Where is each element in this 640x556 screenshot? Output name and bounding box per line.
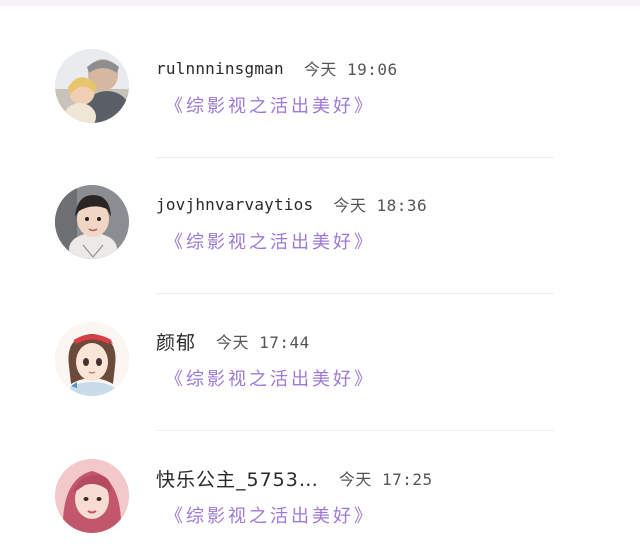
- divider: [156, 293, 554, 294]
- avatar-little-girl-icon[interactable]: [55, 185, 129, 259]
- comment-text: 《综影视之活出美好》: [165, 506, 375, 527]
- avatar-pink-woman-icon[interactable]: [55, 459, 129, 533]
- divider: [156, 430, 554, 431]
- timestamp: 今天 17:44: [216, 333, 310, 352]
- comment-row[interactable]: 颜郁 今天 17:44 《综影视之活出美好》: [0, 295, 640, 431]
- comment-row[interactable]: jovjhnvarvaytios 今天 18:36 《综影视之活出美好》: [0, 158, 640, 294]
- comment-text: 《综影视之活出美好》: [165, 232, 375, 253]
- comment-text: 《综影视之活出美好》: [165, 96, 375, 117]
- comment-meta: 颜郁 今天 17:44: [156, 328, 310, 355]
- comment-text: 《综影视之活出美好》: [165, 369, 375, 390]
- avatar-anime-girl-icon[interactable]: [55, 322, 129, 396]
- comment-list: rulnnninsgman 今天 19:06 《综影视之活出美好》 jovjhn…: [0, 0, 640, 556]
- comment-row[interactable]: rulnnninsgman 今天 19:06 《综影视之活出美好》: [0, 22, 640, 158]
- comment-row[interactable]: 快乐公主_5753… 今天 17:25 《综影视之活出美好》: [0, 432, 640, 556]
- username[interactable]: 快乐公主_5753…: [156, 465, 319, 492]
- timestamp: 今天 17:25: [338, 470, 433, 489]
- username[interactable]: 颜郁: [156, 328, 196, 355]
- timestamp: 今天 19:06: [303, 60, 398, 79]
- avatar-man-with-child-icon[interactable]: [55, 49, 129, 123]
- username[interactable]: rulnnninsgman: [156, 59, 284, 78]
- timestamp: 今天 18:36: [333, 196, 428, 215]
- username[interactable]: jovjhnvarvaytios: [156, 195, 313, 214]
- comment-meta: rulnnninsgman 今天 19:06: [156, 56, 398, 80]
- comment-meta: 快乐公主_5753… 今天 17:25: [156, 465, 433, 492]
- top-strip: [0, 0, 640, 6]
- comment-meta: jovjhnvarvaytios 今天 18:36: [156, 192, 427, 216]
